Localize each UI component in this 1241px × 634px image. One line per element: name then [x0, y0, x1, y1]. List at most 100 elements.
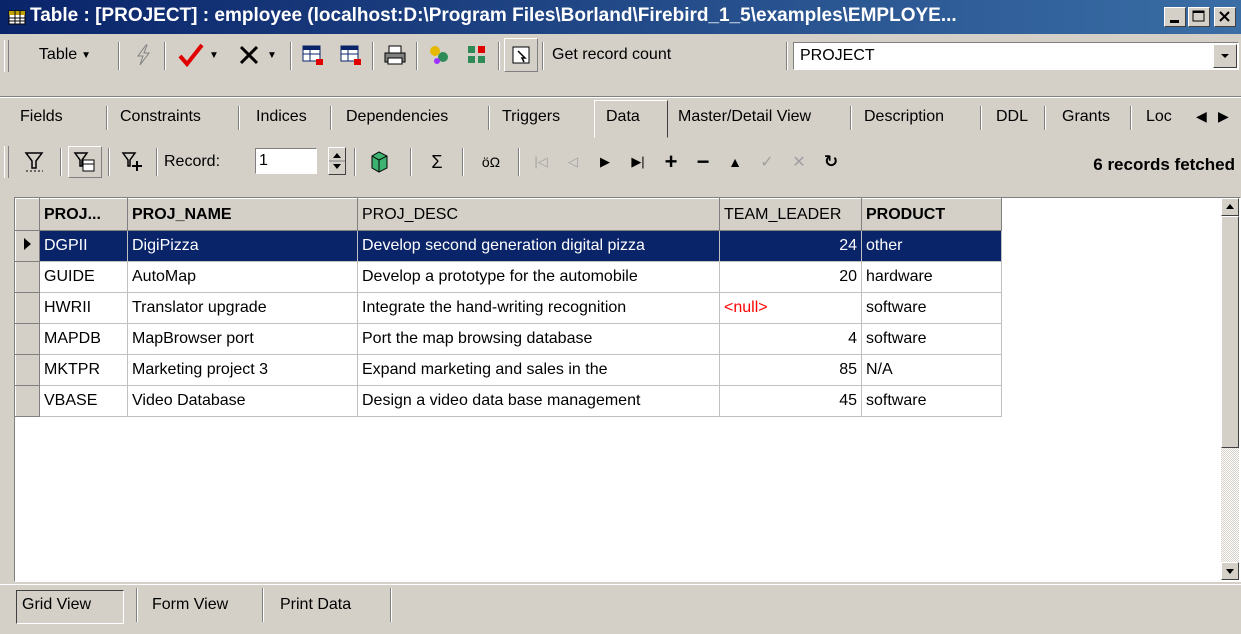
vertical-scrollbar[interactable]	[1221, 198, 1239, 580]
cell-team-leader[interactable]: <null>	[719, 292, 862, 324]
cell-team-leader[interactable]: 4	[719, 323, 862, 355]
delete-record-button[interactable]: −	[688, 146, 718, 178]
export-grid-button[interactable]	[296, 38, 330, 72]
cell-proj-id[interactable]: DGPII	[39, 230, 128, 262]
cell-product[interactable]: software	[861, 385, 1002, 417]
scroll-thumb[interactable]	[1221, 216, 1239, 448]
tab-scroll-left-icon[interactable]: ◀	[1196, 108, 1207, 125]
cell-proj-desc[interactable]: Design a video data base management	[357, 385, 720, 417]
get-record-count-button[interactable]: Get record count	[552, 46, 671, 64]
row-indicator[interactable]	[15, 230, 40, 262]
cell-product[interactable]: software	[861, 292, 1002, 324]
close-button[interactable]	[1214, 7, 1236, 27]
import-button[interactable]	[422, 38, 456, 72]
column-header-team-leader[interactable]: TEAM_LEADER	[719, 198, 862, 231]
row-indicator[interactable]	[15, 385, 40, 417]
tab-fields[interactable]: Fields	[20, 108, 63, 126]
cell-proj-desc[interactable]: Port the map browsing database	[357, 323, 720, 355]
post-edit-button[interactable]: ✓	[752, 146, 782, 178]
tab-description[interactable]: Description	[864, 108, 944, 126]
refresh-data-button[interactable]: ↻	[816, 146, 846, 178]
tab-indices[interactable]: Indices	[256, 108, 307, 126]
filter-add-button[interactable]	[116, 146, 150, 178]
scroll-up-button[interactable]	[1221, 198, 1239, 216]
cell-team-leader[interactable]: 85	[719, 354, 862, 386]
tab-form-view[interactable]: Form View	[152, 596, 228, 614]
edit-record-button[interactable]: ▲	[720, 146, 750, 178]
table-row[interactable]: DGPII DigiPizza Develop second generation …	[15, 230, 1002, 262]
filter-table-button[interactable]	[68, 146, 102, 178]
table-row[interactable]: GUIDE AutoMap Develop a prototype for the …	[15, 261, 1002, 293]
prior-record-button[interactable]: ◁	[558, 146, 588, 178]
record-number-input[interactable]	[255, 148, 317, 174]
cell-product[interactable]: N/A	[861, 354, 1002, 386]
insert-record-button[interactable]: +	[656, 146, 686, 178]
minimize-button[interactable]	[1164, 7, 1186, 27]
combo-dropdown-button[interactable]	[1213, 44, 1237, 68]
cell-proj-id[interactable]: VBASE	[39, 385, 128, 417]
column-header-product[interactable]: PRODUCT	[861, 198, 1002, 231]
table-row[interactable]: VBASE Video Database Design a video data b…	[15, 385, 1002, 417]
last-record-button[interactable]: ▶|	[622, 146, 654, 178]
table-menu-button[interactable]: Table ▼	[14, 38, 116, 72]
cell-proj-id[interactable]: MAPDB	[39, 323, 128, 355]
tab-grants[interactable]: Grants	[1062, 108, 1110, 126]
cell-proj-name[interactable]: Translator upgrade	[127, 292, 358, 324]
data-grid[interactable]: PROJ... PROJ_NAME PROJ_DESC TEAM_LEADER …	[14, 197, 1241, 582]
column-header-proj-id[interactable]: PROJ...	[39, 198, 128, 231]
row-indicator[interactable]	[15, 261, 40, 293]
tab-scroll-right-icon[interactable]: ▶	[1218, 108, 1229, 125]
column-header-proj-name[interactable]: PROJ_NAME	[127, 198, 358, 231]
table-row[interactable]: MAPDB MapBrowser port Port the map browsin…	[15, 323, 1002, 355]
nav-toolbar-grip[interactable]	[4, 146, 9, 178]
table-selector-combo[interactable]: PROJECT	[793, 42, 1239, 70]
cell-team-leader[interactable]: 20	[719, 261, 862, 293]
tab-print-data[interactable]: Print Data	[280, 596, 351, 614]
omega-button[interactable]: öΩ	[470, 146, 512, 178]
sum-button[interactable]: Σ	[420, 146, 454, 178]
cell-proj-id[interactable]: MKTPR	[39, 354, 128, 386]
cell-proj-desc[interactable]: Expand marketing and sales in the	[357, 354, 720, 386]
cell-proj-desc[interactable]: Develop a prototype for the automobile	[357, 261, 720, 293]
cell-product[interactable]: software	[861, 323, 1002, 355]
next-record-button[interactable]: ▶	[590, 146, 620, 178]
scroll-down-button[interactable]	[1221, 562, 1239, 580]
commit-button[interactable]: ▼	[170, 38, 226, 72]
cell-proj-desc[interactable]: Develop second generation digital pizza	[357, 230, 720, 262]
cell-proj-id[interactable]: HWRII	[39, 292, 128, 324]
tab-dependencies[interactable]: Dependencies	[346, 108, 448, 126]
tab-grid-view[interactable]: Grid View	[22, 596, 91, 614]
lightning-button[interactable]	[126, 38, 160, 72]
filter-button[interactable]	[18, 146, 52, 178]
tab-data[interactable]: Data	[606, 108, 640, 126]
pointer-button[interactable]	[504, 38, 538, 72]
cell-proj-id[interactable]: GUIDE	[39, 261, 128, 293]
rollback-button[interactable]: ▼	[228, 38, 286, 72]
tab-triggers[interactable]: Triggers	[502, 108, 560, 126]
cell-product[interactable]: other	[861, 230, 1002, 262]
cancel-edit-button[interactable]: ✕	[784, 146, 814, 178]
cell-team-leader[interactable]: 45	[719, 385, 862, 417]
column-header-proj-desc[interactable]: PROJ_DESC	[357, 198, 720, 231]
export-grid-alt-button[interactable]	[334, 38, 368, 72]
maximize-button[interactable]	[1188, 7, 1210, 27]
cell-proj-desc[interactable]: Integrate the hand-writing recognition	[357, 292, 720, 324]
toolbar-grip[interactable]	[4, 40, 9, 72]
tab-logs[interactable]: Loc	[1146, 108, 1176, 126]
cell-proj-name[interactable]: DigiPizza	[127, 230, 358, 262]
cell-proj-name[interactable]: Video Database	[127, 385, 358, 417]
row-indicator[interactable]	[15, 323, 40, 355]
cell-team-leader[interactable]: 24	[719, 230, 862, 262]
refresh-structure-button[interactable]	[362, 146, 396, 178]
table-row[interactable]: HWRII Translator upgrade Integrate the han…	[15, 292, 1002, 324]
cell-proj-name[interactable]: Marketing project 3	[127, 354, 358, 386]
row-indicator[interactable]	[15, 354, 40, 386]
tab-ddl[interactable]: DDL	[996, 108, 1028, 126]
table-row[interactable]: MKTPR Marketing project 3 Expand marketing…	[15, 354, 1002, 386]
cell-proj-name[interactable]: MapBrowser port	[127, 323, 358, 355]
field-list-button[interactable]	[460, 38, 494, 72]
tab-master-detail[interactable]: Master/Detail View	[678, 108, 811, 126]
record-spinner[interactable]	[328, 147, 346, 175]
row-indicator[interactable]	[15, 292, 40, 324]
cell-proj-name[interactable]: AutoMap	[127, 261, 358, 293]
